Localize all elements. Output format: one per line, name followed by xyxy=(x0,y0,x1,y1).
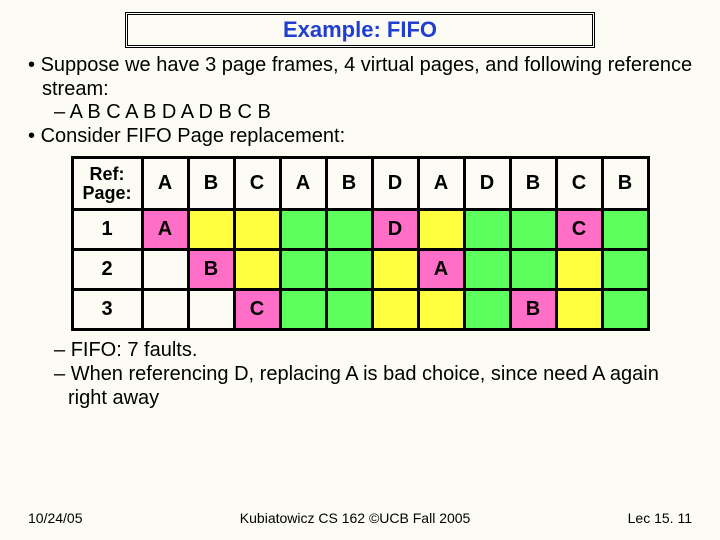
footer-center: Kubiatowicz CS 162 ©UCB Fall 2005 xyxy=(240,510,471,526)
f1c7 xyxy=(418,210,464,250)
f3c5 xyxy=(326,290,372,330)
f3c4 xyxy=(280,290,326,330)
f2c4 xyxy=(280,250,326,290)
post-1-text: FIFO: 7 faults. xyxy=(71,339,198,361)
slide-title: Example: FIFO xyxy=(283,17,437,42)
f2c1 xyxy=(142,250,188,290)
ref-2: B xyxy=(188,158,234,210)
fifo-table-wrap: Ref:Page: A B C A B D A D B C B 1 A D xyxy=(18,156,702,331)
ref-1: A xyxy=(142,158,188,210)
f1c8 xyxy=(464,210,510,250)
f3c6 xyxy=(372,290,418,330)
f1c9 xyxy=(510,210,556,250)
f3c11 xyxy=(602,290,648,330)
f3c3: C xyxy=(234,290,280,330)
f3c9: B xyxy=(510,290,556,330)
f2c5 xyxy=(326,250,372,290)
frame-row-3: 3 C B xyxy=(72,290,648,330)
f2c11 xyxy=(602,250,648,290)
f3c2 xyxy=(188,290,234,330)
bullet-1a: – A B C A B D A D B C B xyxy=(24,101,702,125)
f2c9 xyxy=(510,250,556,290)
frame-row-1: 1 A D C xyxy=(72,210,648,250)
f2c6 xyxy=(372,250,418,290)
f1c10: C xyxy=(556,210,602,250)
ref-3: C xyxy=(234,158,280,210)
ref-9: B xyxy=(510,158,556,210)
f3c10 xyxy=(556,290,602,330)
fifo-table: Ref:Page: A B C A B D A D B C B 1 A D xyxy=(71,156,650,331)
ref-11: B xyxy=(602,158,648,210)
f1c5 xyxy=(326,210,372,250)
frame-3-label: 3 xyxy=(72,290,142,330)
f1c1: A xyxy=(142,210,188,250)
ref-header-b: Page: xyxy=(82,183,131,203)
post-1: – FIFO: 7 faults. xyxy=(24,339,702,363)
ref-6: D xyxy=(372,158,418,210)
f1c11 xyxy=(602,210,648,250)
intro-bullets: • Suppose we have 3 page frames, 4 virtu… xyxy=(24,54,702,148)
frame-row-2: 2 B A xyxy=(72,250,648,290)
title-box: Example: FIFO xyxy=(125,12,595,48)
ref-header-a: Ref: xyxy=(90,164,125,184)
footer-left: 10/24/05 xyxy=(28,510,83,526)
frame-2-label: 2 xyxy=(72,250,142,290)
post-2-text: When referencing D, replacing A is bad c… xyxy=(68,363,659,409)
f1c6: D xyxy=(372,210,418,250)
ref-row: Ref:Page: A B C A B D A D B C B xyxy=(72,158,648,210)
bullet-1a-text: A B C A B D A D B C B xyxy=(70,101,271,123)
post-2: – When referencing D, replacing A is bad… xyxy=(24,363,702,410)
ref-8: D xyxy=(464,158,510,210)
bullet-1: • Suppose we have 3 page frames, 4 virtu… xyxy=(24,54,702,101)
ref-10: C xyxy=(556,158,602,210)
frame-1-label: 1 xyxy=(72,210,142,250)
ref-7: A xyxy=(418,158,464,210)
bullet-1-text: Suppose we have 3 page frames, 4 virtual… xyxy=(41,54,693,100)
f3c8 xyxy=(464,290,510,330)
f2c7: A xyxy=(418,250,464,290)
ref-5: B xyxy=(326,158,372,210)
slide: Example: FIFO • Suppose we have 3 page f… xyxy=(0,0,720,540)
bullet-2: • Consider FIFO Page replacement: xyxy=(24,125,702,149)
ref-header: Ref:Page: xyxy=(72,158,142,210)
f3c7 xyxy=(418,290,464,330)
f3c1 xyxy=(142,290,188,330)
bullet-2-text: Consider FIFO Page replacement: xyxy=(41,125,346,147)
f2c2: B xyxy=(188,250,234,290)
f2c10 xyxy=(556,250,602,290)
f2c3 xyxy=(234,250,280,290)
ref-4: A xyxy=(280,158,326,210)
f1c2 xyxy=(188,210,234,250)
f1c3 xyxy=(234,210,280,250)
f2c8 xyxy=(464,250,510,290)
post-bullets: – FIFO: 7 faults. – When referencing D, … xyxy=(24,339,702,410)
footer-right: Lec 15. 11 xyxy=(628,510,692,526)
footer: 10/24/05 Kubiatowicz CS 162 ©UCB Fall 20… xyxy=(0,510,720,526)
f1c4 xyxy=(280,210,326,250)
